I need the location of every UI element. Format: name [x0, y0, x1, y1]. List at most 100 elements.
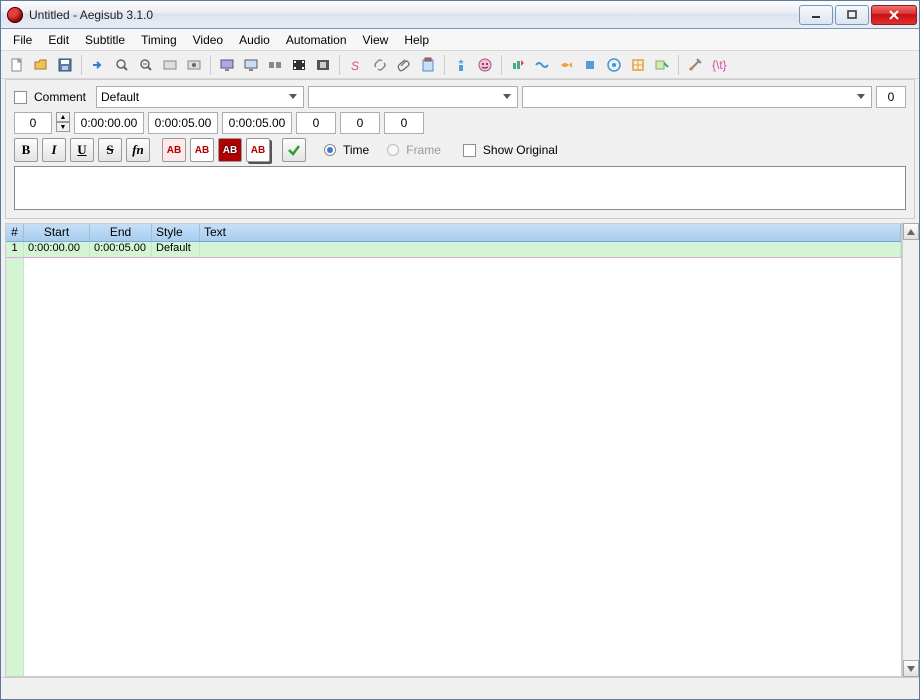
attachment-icon[interactable]	[393, 54, 415, 76]
subtitle-text-input[interactable]	[14, 166, 906, 210]
save-file-icon[interactable]	[54, 54, 76, 76]
chars-count: 0	[876, 86, 906, 108]
toolbar-separator	[339, 55, 340, 75]
timing-post-icon[interactable]	[651, 54, 673, 76]
square-icon[interactable]	[579, 54, 601, 76]
col-start[interactable]: Start	[24, 224, 90, 241]
monitor2-icon[interactable]	[240, 54, 262, 76]
grid-header: # Start End Style Text	[6, 224, 901, 242]
color1-button[interactable]: AB	[162, 138, 186, 162]
svg-text:{\t}: {\t}	[712, 58, 727, 72]
style-combo-value: Default	[101, 90, 139, 104]
zoom-out-icon[interactable]	[135, 54, 157, 76]
menu-subtitle[interactable]: Subtitle	[77, 30, 133, 50]
close-button[interactable]	[871, 5, 917, 25]
edit-panel: Comment Default 0 0 ▲ ▼ 0:00:00.00 0:00:	[5, 79, 915, 219]
shift-icon[interactable]	[507, 54, 529, 76]
spinner-up-icon[interactable]: ▲	[56, 112, 70, 122]
titlebar: Untitled - Aegisub 3.1.0	[1, 1, 919, 29]
col-num[interactable]: #	[6, 224, 24, 241]
margin-r-field[interactable]: 0	[340, 112, 380, 134]
layer-field[interactable]: 0	[14, 112, 52, 134]
scroll-down-icon[interactable]	[903, 660, 919, 677]
toolbar: S {\t}	[1, 51, 919, 79]
font-button[interactable]: fn	[126, 138, 150, 162]
open-file-icon[interactable]	[30, 54, 52, 76]
strike-button[interactable]: S	[98, 138, 122, 162]
spinner-down-icon[interactable]: ▼	[56, 122, 70, 132]
minimize-button[interactable]	[799, 5, 833, 25]
preferences-icon[interactable]	[684, 54, 706, 76]
sort-icon[interactable]	[531, 54, 553, 76]
menu-file[interactable]: File	[5, 30, 40, 50]
chevron-down-icon	[853, 89, 869, 105]
menu-video[interactable]: Video	[185, 30, 231, 50]
monitor-icon[interactable]	[216, 54, 238, 76]
paste-icon[interactable]	[417, 54, 439, 76]
resample-icon[interactable]	[627, 54, 649, 76]
end-time-field[interactable]: 0:00:05.00	[148, 112, 218, 134]
link-icon[interactable]	[369, 54, 391, 76]
actor-combo[interactable]	[308, 86, 518, 108]
margin-v-field[interactable]: 0	[384, 112, 424, 134]
cell-text	[200, 242, 901, 257]
vertical-scrollbar[interactable]	[902, 223, 919, 677]
assdraw-icon[interactable]	[474, 54, 496, 76]
styles-manager-icon[interactable]: S	[345, 54, 367, 76]
underline-button[interactable]: U	[70, 138, 94, 162]
app-icon	[7, 7, 23, 23]
fish-icon[interactable]	[555, 54, 577, 76]
style-combo[interactable]: Default	[96, 86, 304, 108]
menu-audio[interactable]: Audio	[231, 30, 278, 50]
time-radio-label: Time	[343, 143, 369, 157]
jump-icon[interactable]	[87, 54, 109, 76]
comment-label: Comment	[34, 90, 86, 104]
color3-button[interactable]: AB	[218, 138, 242, 162]
window-title: Untitled - Aegisub 3.1.0	[29, 8, 799, 22]
scroll-track[interactable]	[903, 240, 919, 660]
cell-style: Default	[152, 242, 200, 257]
menu-edit[interactable]: Edit	[40, 30, 77, 50]
comment-checkbox[interactable]	[14, 91, 27, 104]
film-icon[interactable]	[288, 54, 310, 76]
margin-l-field[interactable]: 0	[296, 112, 336, 134]
commit-button[interactable]	[282, 138, 306, 162]
new-file-icon[interactable]	[6, 54, 28, 76]
duration-field[interactable]: 0:00:05.00	[222, 112, 292, 134]
color4-button[interactable]: AB	[246, 138, 270, 162]
frame-radio[interactable]	[387, 144, 399, 156]
film2-icon[interactable]	[312, 54, 334, 76]
target-icon[interactable]	[603, 54, 625, 76]
bold-button[interactable]: B	[14, 138, 38, 162]
col-style[interactable]: Style	[152, 224, 200, 241]
tag-cycle-icon[interactable]: {\t}	[708, 54, 730, 76]
shift-times-icon[interactable]	[264, 54, 286, 76]
maximize-button[interactable]	[835, 5, 869, 25]
video-seek-icon[interactable]	[183, 54, 205, 76]
menu-timing[interactable]: Timing	[133, 30, 185, 50]
menu-help[interactable]: Help	[396, 30, 437, 50]
scroll-up-icon[interactable]	[903, 223, 919, 240]
grid-empty-area[interactable]	[24, 258, 901, 676]
statusbar	[1, 677, 919, 699]
color2-button[interactable]: AB	[190, 138, 214, 162]
frame-radio-label: Frame	[406, 143, 441, 157]
zoom-in-icon[interactable]	[111, 54, 133, 76]
time-radio[interactable]	[324, 144, 336, 156]
cell-start: 0:00:00.00	[24, 242, 90, 257]
layer-spinner[interactable]: ▲ ▼	[56, 112, 70, 134]
show-original-checkbox[interactable]	[463, 144, 476, 157]
cell-end: 0:00:05.00	[90, 242, 152, 257]
table-row[interactable]: 1 0:00:00.00 0:00:05.00 Default	[6, 242, 901, 258]
effect-combo[interactable]	[522, 86, 872, 108]
menu-automation[interactable]: Automation	[278, 30, 355, 50]
video-jump-icon[interactable]	[159, 54, 181, 76]
app-window: Untitled - Aegisub 3.1.0 File Edit Subti…	[0, 0, 920, 700]
svg-text:S: S	[351, 59, 359, 73]
automation-icon[interactable]	[450, 54, 472, 76]
italic-button[interactable]: I	[42, 138, 66, 162]
col-end[interactable]: End	[90, 224, 152, 241]
start-time-field[interactable]: 0:00:00.00	[74, 112, 144, 134]
menu-view[interactable]: View	[355, 30, 397, 50]
col-text[interactable]: Text	[200, 224, 901, 241]
